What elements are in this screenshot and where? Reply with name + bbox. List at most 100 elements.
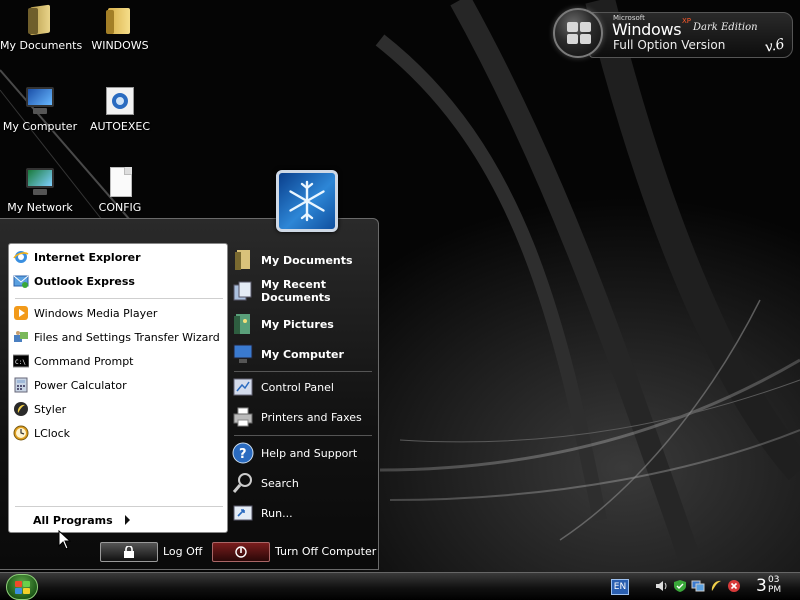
outlook-express-icon — [13, 273, 29, 289]
recent-documents-icon — [232, 280, 254, 302]
volume-icon[interactable] — [655, 579, 669, 593]
menu-separator — [15, 506, 223, 507]
close-tray-icon[interactable] — [727, 579, 741, 593]
place-control-panel[interactable]: Control Panel — [232, 374, 374, 400]
brand-dark-edition: Dark Edition — [693, 22, 758, 33]
menu-item-styler[interactable]: Styler — [13, 398, 223, 420]
place-help-and-support[interactable]: ? Help and Support — [232, 440, 374, 466]
my-computer-icon — [24, 85, 56, 117]
place-my-pictures[interactable]: My Pictures — [232, 311, 374, 337]
svg-text:C:\: C:\ — [15, 359, 26, 366]
place-label: My Documents — [261, 253, 353, 267]
chevron-right-icon — [124, 515, 130, 525]
settings-file-icon — [104, 85, 136, 117]
place-my-recent-documents[interactable]: My Recent Documents — [232, 276, 332, 306]
start-menu-footer: Log Off Turn Off Computer — [0, 539, 379, 569]
start-menu-places-pane: My Documents My Recent Documents My Pict… — [232, 243, 374, 533]
text-file-icon — [104, 166, 136, 198]
menu-item-lclock[interactable]: LClock — [13, 422, 223, 444]
desktop-icon-my-network[interactable]: My Network — [0, 166, 80, 214]
menu-item-power-calculator[interactable]: Power Calculator — [13, 374, 223, 396]
styler-tray-icon[interactable] — [709, 579, 723, 593]
turn-off-label[interactable]: Turn Off Computer — [275, 545, 376, 558]
log-off-label[interactable]: Log Off — [163, 545, 202, 558]
desktop-icon-label: My Documents — [0, 39, 83, 52]
start-menu-programs-pane: Internet Explorer Outlook Express Window… — [8, 243, 228, 533]
start-menu: Internet Explorer Outlook Express Window… — [0, 218, 379, 570]
clock-ampm: PM — [768, 585, 782, 595]
start-button[interactable] — [6, 574, 38, 600]
menu-item-label: Outlook Express — [34, 274, 135, 288]
user-picture[interactable] — [276, 170, 338, 232]
desktop-icon-autoexec[interactable]: AUTOEXEC — [80, 85, 160, 133]
my-documents-icon — [232, 249, 254, 271]
system-tray: EN 3 03 PM — [606, 573, 800, 600]
menu-item-transfer-wizard[interactable]: Files and Settings Transfer Wizard — [13, 326, 223, 348]
clock-icon — [13, 425, 29, 441]
menu-item-label: LClock — [34, 426, 71, 440]
taskbar: EN 3 03 PM — [0, 572, 800, 600]
menu-item-windows-media-player[interactable]: Windows Media Player — [13, 302, 223, 324]
place-my-documents[interactable]: My Documents — [232, 247, 374, 273]
menu-item-outlook-express[interactable]: Outlook Express — [13, 270, 223, 292]
menu-separator — [234, 435, 372, 436]
place-label: Control Panel — [261, 380, 334, 394]
desktop-icon-windows[interactable]: WINDOWS — [80, 4, 160, 52]
my-pictures-icon — [232, 313, 254, 335]
clock-hour[interactable]: 3 — [756, 576, 767, 596]
place-label: Printers and Faxes — [261, 410, 362, 424]
desktop-icon-label: CONFIG — [98, 201, 142, 214]
brand-xp: XP — [682, 17, 692, 25]
clock-minute: 03 — [768, 575, 780, 585]
run-icon — [232, 502, 254, 524]
desktop-icon-my-documents[interactable]: My Documents — [0, 4, 83, 52]
security-shield-icon[interactable] — [673, 579, 687, 593]
search-icon — [232, 472, 254, 494]
place-run[interactable]: Run... — [232, 500, 374, 526]
log-off-button[interactable] — [100, 542, 158, 562]
place-label: My Computer — [261, 347, 344, 361]
my-computer-icon — [232, 343, 254, 365]
internet-explorer-icon — [13, 249, 29, 265]
styler-icon — [13, 401, 29, 417]
all-programs-button[interactable]: All Programs — [33, 511, 130, 529]
lock-icon — [124, 546, 134, 558]
menu-item-label: Command Prompt — [34, 354, 134, 368]
folder-icon — [104, 4, 136, 36]
place-search[interactable]: Search — [232, 470, 374, 496]
all-programs-label: All Programs — [33, 513, 113, 527]
menu-separator — [15, 298, 223, 299]
svg-text:?: ? — [239, 447, 247, 462]
menu-item-label: Internet Explorer — [34, 250, 141, 264]
media-player-icon — [13, 305, 29, 321]
place-label: Run... — [261, 506, 293, 520]
transfer-wizard-icon — [13, 329, 29, 345]
desktop-icon-label: My Computer — [2, 120, 78, 133]
command-prompt-icon: C:\ — [12, 353, 30, 369]
turn-off-button[interactable] — [212, 542, 270, 562]
desktop-icon-config[interactable]: CONFIG — [80, 166, 160, 214]
windows-logo-icon — [553, 8, 603, 58]
my-documents-icon — [24, 4, 56, 36]
language-indicator[interactable]: EN — [611, 579, 629, 595]
menu-separator — [234, 371, 372, 372]
power-icon — [235, 546, 247, 558]
place-label: My Recent Documents — [261, 278, 331, 304]
brand-full-option: Full Option Version — [613, 38, 726, 52]
windows-logo-icon — [15, 581, 31, 595]
menu-item-label: Styler — [34, 402, 67, 416]
place-printers-and-faxes[interactable]: Printers and Faxes — [232, 404, 374, 430]
menu-item-label: Windows Media Player — [34, 306, 158, 320]
menu-item-internet-explorer[interactable]: Internet Explorer — [13, 246, 223, 268]
desktop-icon-label: My Network — [7, 201, 73, 214]
place-label: Help and Support — [261, 446, 358, 460]
desktop-icon-label: AUTOEXEC — [89, 120, 151, 133]
network-icon — [24, 166, 56, 198]
place-my-computer[interactable]: My Computer — [232, 341, 374, 367]
calculator-icon — [13, 377, 29, 393]
menu-item-command-prompt[interactable]: C:\ Command Prompt — [12, 350, 223, 372]
desktop-icon-my-computer[interactable]: My Computer — [0, 85, 80, 133]
network-tray-icon[interactable] — [691, 579, 705, 593]
printer-icon — [232, 406, 254, 428]
branding-badge: Microsoft Windows XP Dark Edition Full O… — [553, 4, 793, 60]
